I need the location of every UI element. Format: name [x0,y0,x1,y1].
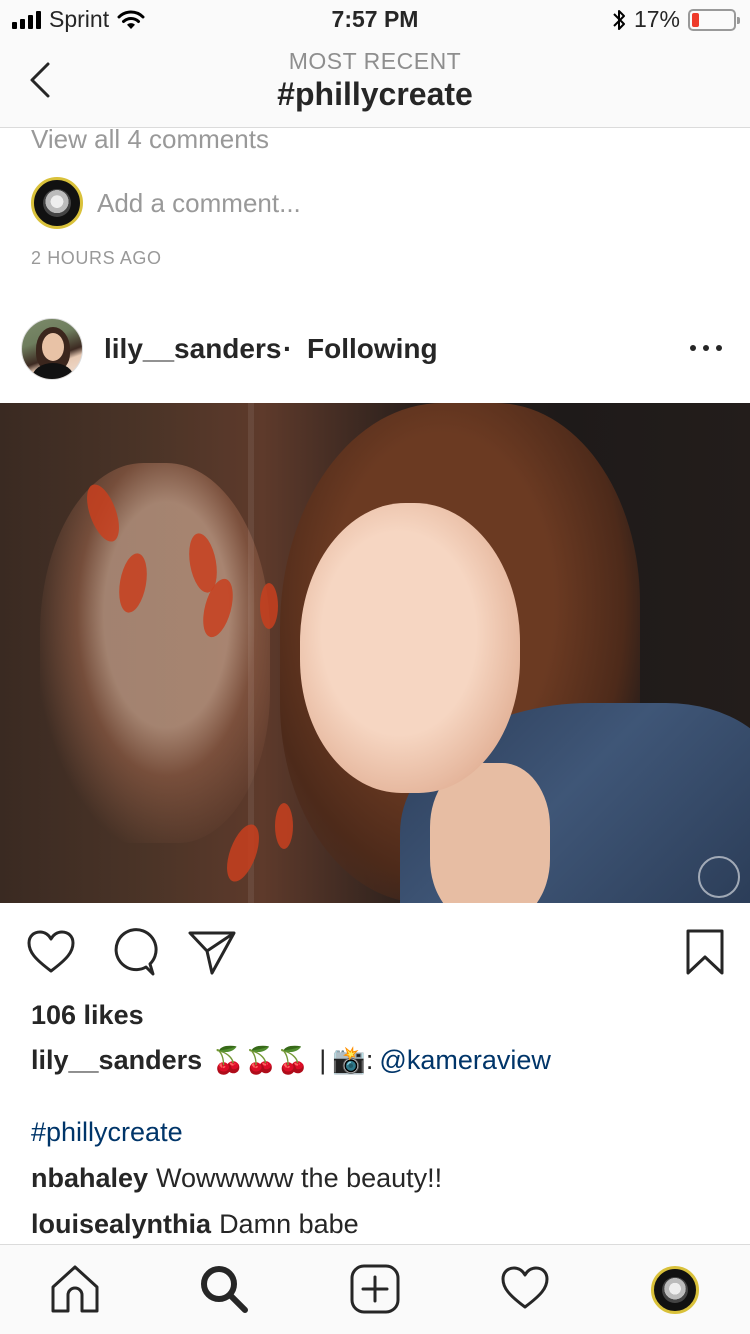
feed-mode-label: MOST RECENT [288,48,462,74]
activity-heart-icon[interactable] [499,1263,551,1315]
post-header: lily__sanders · Following [0,318,750,382]
avatar [31,177,83,229]
caption-pipe: | [319,1044,327,1075]
watermark-badge [698,856,740,898]
share-icon[interactable] [186,927,238,979]
post-timestamp: 2 HOURS AGO [31,248,162,268]
post-author-username[interactable]: lily__sanders [104,333,281,365]
battery-icon [688,8,740,31]
bottom-tab-bar [0,1244,750,1334]
camera-flash-emoji: 📸 [332,1045,366,1075]
comment-username[interactable]: nbahaley [31,1163,148,1193]
profile-tab-avatar[interactable] [651,1266,699,1314]
add-comment-row [31,176,517,230]
caption-emojis: 🍒🍒🍒 [212,1044,310,1075]
following-status[interactable]: Following [307,333,438,365]
status-right: 17% [612,6,740,33]
comment-username[interactable]: louisealynthia [31,1209,211,1239]
new-post-icon[interactable] [349,1263,401,1315]
nav-header: MOST RECENT #phillycreate [0,40,750,128]
caption-colon: : [365,1044,374,1075]
post-photo[interactable] [0,403,750,903]
separator-dot: · [283,333,293,364]
bookmark-icon[interactable] [680,927,732,979]
comment-item: louisealynthia Damn babe [31,1209,359,1240]
home-icon[interactable] [49,1263,101,1315]
add-comment-input[interactable] [97,187,517,219]
comment-text: Damn babe [219,1209,359,1239]
more-dot-icon [690,345,696,351]
view-all-comments-link[interactable]: View all 4 comments [31,124,269,155]
caption-username[interactable]: lily__sanders [31,1045,202,1076]
post-actions [0,903,750,999]
page-title: #phillycreate [277,76,473,112]
post-author-avatar[interactable] [21,318,83,380]
caption-mention-link[interactable]: @kameraview [379,1045,550,1076]
heart-icon[interactable] [25,927,77,979]
battery-level-fill [692,12,699,27]
status-bar: Sprint 7:57 PM 17% [0,0,750,40]
search-icon[interactable] [198,1263,250,1315]
bluetooth-icon [613,9,625,30]
post-caption: lily__sanders 🍒🍒🍒 | 📸 : @kameraview [31,1044,551,1076]
comment-item: nbahaley Wowwwww the beauty!! [31,1163,442,1194]
caption-hashtag-link[interactable]: #phillycreate [31,1117,183,1148]
more-dot-icon [716,345,722,351]
more-options-button[interactable] [690,340,722,356]
battery-percent: 17% [633,6,680,32]
like-count[interactable]: 106 likes [31,1000,144,1031]
comment-icon[interactable] [106,927,158,979]
more-dot-icon [703,345,709,351]
comment-text: Wowwwww the beauty!! [156,1163,443,1193]
